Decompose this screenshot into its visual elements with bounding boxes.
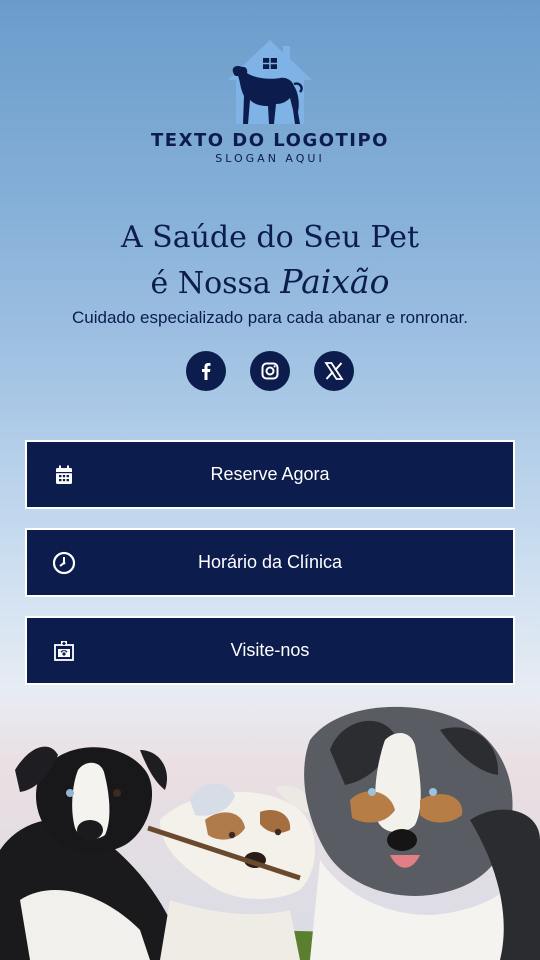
dog-house-icon (228, 40, 312, 124)
x-link[interactable] (314, 351, 354, 391)
button-frame: Horário da Clínica (29, 532, 511, 593)
dogs-photo (0, 706, 540, 960)
clinic-hours-button[interactable]: Horário da Clínica (25, 528, 515, 597)
headline-line1: A Saúde do Seu Pet (120, 220, 420, 255)
clinic-icon (54, 640, 74, 661)
facebook-link[interactable] (186, 351, 226, 391)
instagram-link[interactable] (250, 351, 290, 391)
subtitle: Cuidado especializado para cada abanar e… (72, 308, 468, 327)
headline-line2-prefix: é Nossa (150, 266, 271, 301)
logo-slogan: SLOGAN AQUI (215, 152, 325, 165)
reserve-now-button[interactable]: Reserve Agora (25, 440, 515, 509)
instagram-icon (261, 362, 279, 380)
visit-us-label: Visite-nos (230, 640, 310, 660)
button-frame: Reserve Agora (29, 444, 511, 505)
clock-icon (52, 551, 76, 574)
calendar-icon (56, 465, 72, 484)
reserve-now-label: Reserve Agora (210, 464, 330, 484)
facebook-icon (202, 363, 211, 380)
headline-script-word: Paixão (280, 262, 390, 301)
brand-logo: TEXTO DO LOGOTIPO SLOGAN AQUI (0, 36, 540, 165)
logo-text: TEXTO DO LOGOTIPO (151, 130, 389, 151)
clinic-hours-label: Horário da Clínica (197, 552, 343, 572)
x-icon (324, 362, 344, 380)
visit-us-button[interactable]: Visite-nos (25, 616, 515, 685)
social-links (0, 351, 540, 391)
button-frame: Visite-nos (29, 620, 511, 681)
headline-line2: é Nossa Paixão (0, 261, 540, 305)
